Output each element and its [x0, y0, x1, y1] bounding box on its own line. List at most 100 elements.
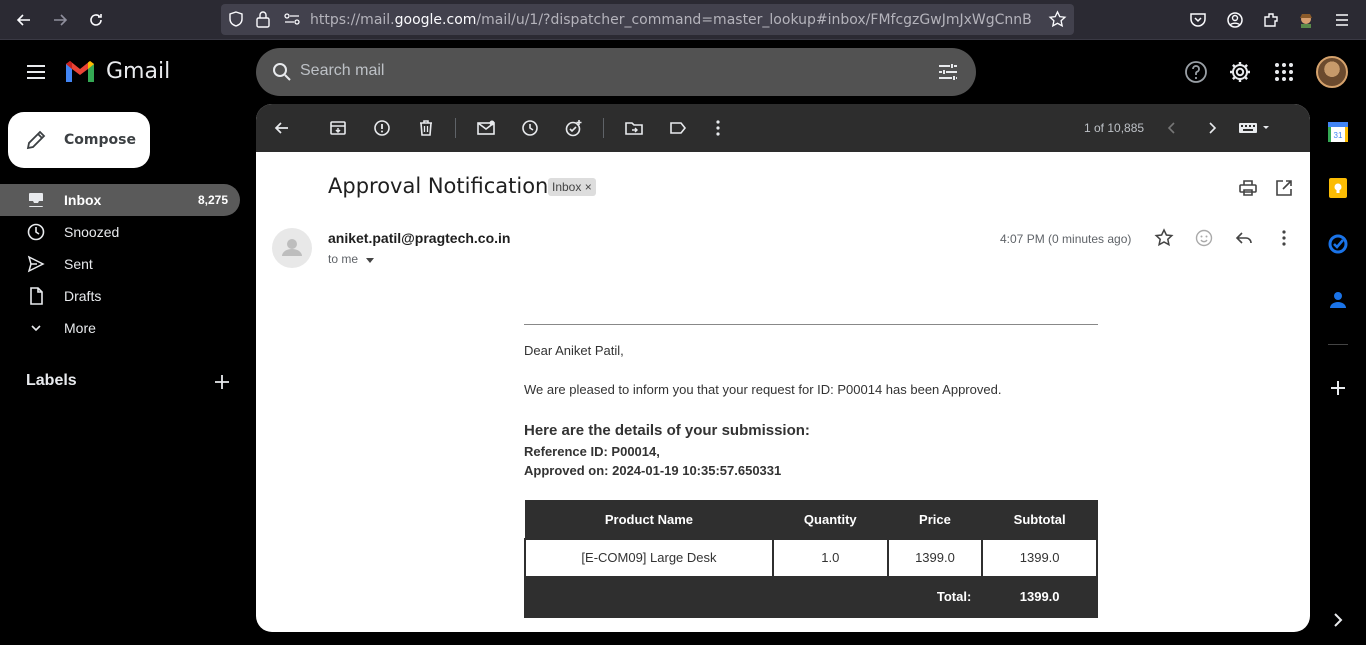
print-icon[interactable]	[1238, 178, 1258, 198]
table-cell: 1.0	[771, 537, 889, 578]
search-options-icon[interactable]	[936, 60, 960, 84]
more-vert-icon[interactable]	[708, 118, 728, 138]
pocket-icon[interactable]	[1188, 10, 1208, 30]
gmail-logo-icon[interactable]	[64, 58, 96, 84]
report-spam-icon[interactable]	[372, 118, 392, 138]
input-tools-keyboard-icon[interactable]	[1238, 121, 1272, 135]
sidebar-item-label: Inbox	[64, 192, 102, 208]
sidebar-item-snoozed[interactable]: Snoozed	[0, 216, 240, 248]
label-icon[interactable]	[668, 118, 688, 138]
column-header: Product Name	[524, 500, 774, 539]
message-timestamp: 4:07 PM (0 minutes ago)	[1000, 232, 1132, 246]
recipient-label: to me	[328, 252, 359, 266]
account-avatar[interactable]	[1316, 56, 1348, 88]
email-intro: We are pleased to inform you that your r…	[524, 382, 1002, 397]
reply-icon[interactable]	[1234, 228, 1254, 248]
add-label-icon[interactable]	[212, 372, 232, 392]
default-avatar-icon	[282, 239, 302, 256]
column-header: Price	[887, 500, 983, 539]
help-icon[interactable]	[1184, 60, 1208, 84]
sidebar-item-sent[interactable]: Sent	[0, 248, 240, 280]
forward-arrow-icon[interactable]	[50, 10, 70, 30]
inbox-label-chip[interactable]: Inbox ×	[548, 178, 596, 196]
compose-label: Compose	[64, 132, 136, 148]
site-permissions-icon[interactable]	[283, 11, 301, 27]
sidebar-item-label: Sent	[64, 256, 93, 272]
email-greeting: Dear Aniket Patil,	[524, 343, 624, 358]
menu-icon[interactable]	[1332, 10, 1352, 30]
extension-avatar-icon[interactable]	[1296, 10, 1316, 30]
move-to-icon[interactable]	[624, 118, 644, 138]
svg-text:31: 31	[1334, 131, 1343, 140]
delete-icon[interactable]	[416, 118, 436, 138]
draft-icon	[30, 287, 43, 305]
approved-on: Approved on: 2024-01-19 10:35:57.650331	[524, 463, 782, 478]
sender-email[interactable]: aniket.patil@pragtech.co.in	[328, 230, 510, 246]
pagination-count: 1 of 10,885	[1084, 121, 1145, 135]
table-total-row: Total: 1399.0	[523, 575, 1098, 618]
reference-id: Reference ID: P00014,	[524, 444, 660, 459]
tasks-icon[interactable]	[1327, 233, 1349, 255]
open-new-window-icon[interactable]	[1274, 178, 1294, 198]
keep-icon[interactable]	[1327, 177, 1349, 199]
products-table: Product Name Quantity Price Subtotal [E-…	[523, 500, 1098, 618]
sidebar-item-inbox[interactable]: Inbox 8,275	[0, 184, 240, 216]
sidebar-item-more[interactable]: More	[0, 312, 240, 344]
snooze-clock-icon[interactable]	[520, 118, 540, 138]
inbox-icon	[29, 193, 43, 207]
expand-panel-chevron-icon[interactable]	[1327, 609, 1349, 631]
clock-icon	[27, 223, 45, 241]
browser-toolbar: https://mail.google.com/mail/u/1/?dispat…	[0, 0, 1366, 40]
inbox-unread-count: 8,275	[197, 193, 228, 207]
search-icon[interactable]	[270, 60, 294, 84]
settings-gear-icon[interactable]	[1228, 60, 1252, 84]
caret-down-icon[interactable]	[365, 255, 375, 265]
url-text: https://mail.google.com/mail/u/1/?dispat…	[310, 12, 1032, 28]
contacts-icon[interactable]	[1327, 289, 1349, 311]
url-bar[interactable]: https://mail.google.com/mail/u/1/?dispat…	[221, 4, 1074, 35]
older-chevron-icon[interactable]	[1202, 118, 1222, 138]
reload-icon[interactable]	[86, 10, 106, 30]
gmail-wordmark[interactable]: Gmail	[106, 59, 170, 84]
column-header: Subtotal	[981, 500, 1098, 539]
calendar-icon[interactable]: 31	[1327, 121, 1349, 143]
message-toolbar: 1 of 10,885	[256, 104, 1310, 152]
message-subject: Approval Notification	[328, 174, 549, 198]
bookmark-star-icon[interactable]	[1048, 10, 1067, 29]
search-input[interactable]: Search mail	[300, 62, 384, 80]
recipient-details[interactable]: to me	[328, 252, 375, 266]
sidebar-item-label: Drafts	[64, 288, 102, 304]
table-cell: 1399.0	[886, 537, 984, 578]
apps-grid-icon[interactable]	[1272, 60, 1296, 84]
sidebar-item-label: Snoozed	[64, 224, 120, 240]
add-task-icon[interactable]	[564, 118, 584, 138]
table-cell: 1399.0	[981, 537, 1098, 578]
back-arrow-icon[interactable]	[14, 10, 34, 30]
table-row: [E-COM09] Large Desk 1.0 1399.0 1399.0	[524, 537, 1098, 578]
emoji-react-icon[interactable]	[1194, 228, 1214, 248]
search-bar[interactable]: Search mail	[256, 48, 976, 96]
back-icon[interactable]	[272, 118, 292, 138]
main-menu-icon[interactable]	[24, 60, 48, 84]
sidebar-item-drafts[interactable]: Drafts	[0, 280, 240, 312]
side-panel-divider	[1328, 344, 1348, 345]
compose-button[interactable]: Compose	[8, 112, 150, 168]
message-view: 1 of 10,885 Approval Notification Inbox …	[256, 104, 1310, 632]
add-app-icon[interactable]	[1327, 377, 1349, 399]
table-header-row: Product Name Quantity Price Subtotal	[524, 500, 1098, 539]
total-label: Total:	[523, 575, 984, 618]
mark-unread-icon[interactable]	[476, 118, 496, 138]
details-heading: Here are the details of your submission:	[524, 422, 810, 439]
star-icon[interactable]	[1154, 228, 1174, 248]
column-header: Quantity	[772, 500, 889, 539]
extensions-icon[interactable]	[1261, 10, 1281, 30]
message-more-vert-icon[interactable]	[1274, 228, 1294, 248]
sidebar-item-label: More	[64, 320, 96, 336]
shield-icon[interactable]	[227, 10, 245, 28]
account-icon[interactable]	[1225, 10, 1245, 30]
send-icon	[27, 255, 45, 273]
newer-chevron-icon[interactable]	[1162, 118, 1182, 138]
archive-icon[interactable]	[328, 118, 348, 138]
lock-icon[interactable]	[255, 10, 271, 28]
total-value: 1399.0	[981, 575, 1098, 618]
